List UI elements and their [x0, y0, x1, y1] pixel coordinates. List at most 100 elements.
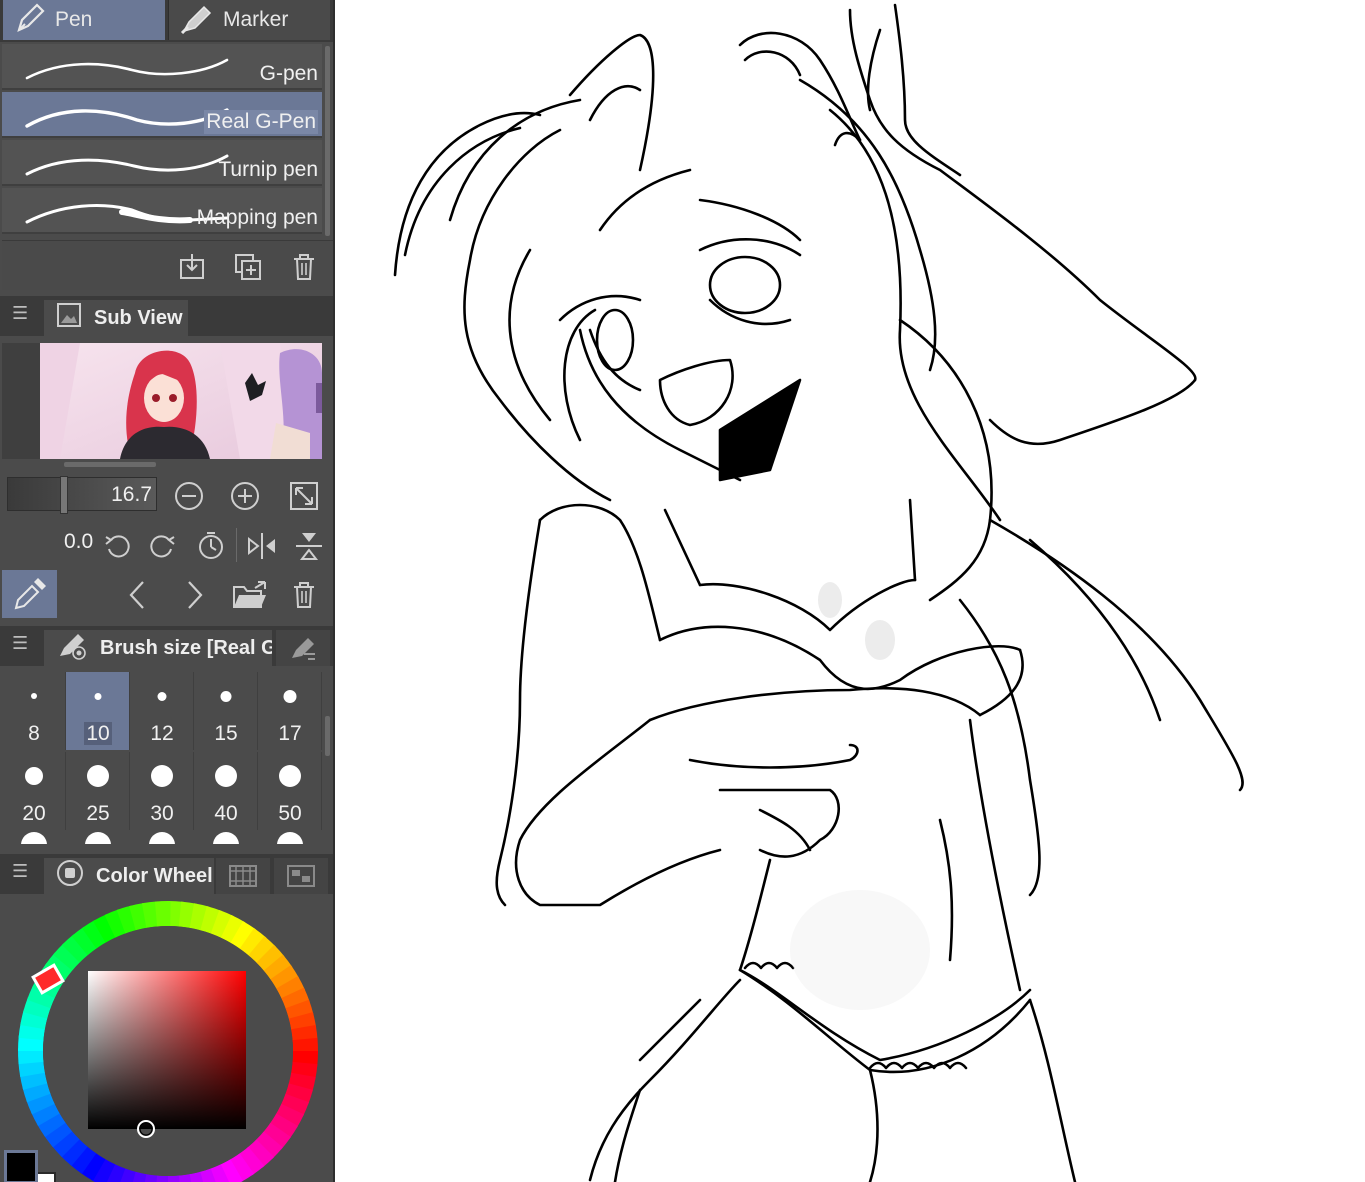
- main-color-swatch[interactable]: [4, 1150, 38, 1182]
- rotation-row: 0.0: [2, 520, 333, 570]
- brush-item-mapping-pen[interactable]: Mapping pen: [2, 188, 322, 234]
- eyedropper-icon: [14, 578, 46, 610]
- zoom-slider-knob[interactable]: [60, 476, 68, 514]
- saturation-value-square[interactable]: [88, 971, 246, 1129]
- brush-size-option[interactable]: 40: [194, 752, 258, 830]
- brush-item-turnip-pen[interactable]: Turnip pen: [2, 140, 322, 186]
- brush-size-option[interactable]: 17: [258, 672, 322, 750]
- brush-size-grid: 8 10 12 15 17 20 25 30 40 50: [2, 672, 322, 844]
- flip-horizontal-icon[interactable]: [245, 529, 279, 563]
- color-wheel-title: Color Wheel: [96, 864, 213, 887]
- chevron-left-icon[interactable]: [120, 578, 154, 612]
- brush-settings-icon: [292, 638, 315, 660]
- film-strip-icon: [229, 865, 257, 887]
- duplicate-icon[interactable]: [230, 249, 266, 285]
- brush-label: Turnip pen: [218, 158, 318, 181]
- marker-icon: [179, 0, 215, 40]
- drawing-canvas[interactable]: [337, 0, 1365, 1182]
- brush-size-scrollbar[interactable]: [325, 716, 330, 756]
- line-art-drawing: [393, 3, 1244, 1182]
- flip-vertical-icon[interactable]: [292, 529, 326, 563]
- zoom-value: 16.7: [111, 483, 152, 506]
- brush-size-dot: [277, 832, 303, 844]
- brush-size-dot: [157, 691, 166, 701]
- brush-size-value: 10: [84, 722, 112, 745]
- zoom-out-icon[interactable]: [172, 479, 206, 513]
- brush-size-dot: [214, 765, 237, 787]
- brush-size-dot: [278, 765, 301, 787]
- brush-size-dot: [283, 689, 296, 703]
- panel-menu-icon[interactable]: ☰: [12, 304, 28, 322]
- brush-size-option[interactable]: 50: [258, 752, 322, 830]
- brush-size-option[interactable]: 10: [66, 672, 130, 750]
- zoom-in-icon[interactable]: [228, 479, 262, 513]
- brush-item-real-g-pen[interactable]: Real G-Pen: [2, 92, 322, 138]
- brush-size-option[interactable]: 8: [2, 672, 66, 750]
- brush-size-title: Brush size [Real G-: [100, 636, 272, 659]
- brush-label: G-pen: [259, 62, 318, 85]
- trash-icon[interactable]: [286, 249, 322, 285]
- brush-size-dot: [213, 832, 239, 844]
- tab-pen[interactable]: Pen: [3, 0, 165, 40]
- subview-header: ☰ Sub View: [0, 296, 333, 336]
- brush-size-value: 12: [150, 722, 174, 745]
- brush-size-value: 40: [214, 802, 238, 825]
- color-wheel-area: [2, 888, 333, 1182]
- brush-size-header: ☰ Brush size [Real G-: [0, 626, 333, 666]
- rotate-right-icon[interactable]: [146, 529, 180, 563]
- color-set-icon: [287, 865, 315, 887]
- brush-stroke-preview: [25, 154, 229, 176]
- brush-size-option[interactable]: 15: [194, 672, 258, 750]
- reset-rotation-icon[interactable]: [194, 529, 228, 563]
- brush-size-value: 15: [214, 722, 238, 745]
- brush-size-value: 25: [86, 802, 110, 825]
- brush-size-dot: [24, 767, 43, 785]
- brush-size-dot: [150, 765, 173, 787]
- brush-size-value: 30: [150, 802, 174, 825]
- fit-view-icon[interactable]: [287, 479, 321, 513]
- tab-brush-size[interactable]: Brush size [Real G-: [44, 630, 272, 666]
- panel-menu-icon[interactable]: ☰: [12, 862, 28, 880]
- rotate-left-icon[interactable]: [100, 529, 134, 563]
- chevron-right-icon[interactable]: [178, 578, 212, 612]
- brush-size-value: 50: [278, 802, 302, 825]
- zoom-row: 16.7: [2, 470, 333, 520]
- subview-preview-image[interactable]: [40, 343, 322, 459]
- tab-marker[interactable]: Marker: [168, 0, 330, 40]
- brush-size-dot: [94, 692, 101, 700]
- brush-size-option[interactable]: 20: [2, 752, 66, 830]
- trash-icon[interactable]: [287, 578, 321, 612]
- brush-toolbar: [2, 240, 333, 290]
- brush-size-dot: [30, 693, 37, 699]
- brush-size-option[interactable]: 12: [130, 672, 194, 750]
- tool-tab-bar: Pen Marker: [0, 0, 333, 42]
- panel-menu-icon[interactable]: ☰: [12, 634, 28, 652]
- tab-sub-view[interactable]: Sub View: [44, 300, 188, 336]
- brush-label: Mapping pen: [196, 206, 318, 229]
- brush-size-dot: [149, 832, 175, 844]
- subview-left-strip: [2, 343, 40, 459]
- brush-size-value: 17: [278, 722, 302, 745]
- brush-size-option[interactable]: 30: [130, 752, 194, 830]
- rotation-value: 0.0: [64, 530, 94, 553]
- tab-marker-label: Marker: [223, 8, 289, 31]
- pen-icon: [13, 0, 47, 40]
- brush-label: Real G-Pen: [204, 110, 318, 134]
- brush-size-dot: [86, 765, 109, 787]
- open-folder-icon[interactable]: [230, 578, 270, 612]
- brush-item-g-pen[interactable]: G-pen: [2, 44, 322, 90]
- eyedropper-button[interactable]: [2, 570, 57, 618]
- brush-list: G-pen Real G-Pen Turnip pen Mapping pen: [2, 44, 322, 236]
- brush-size-dot: [85, 832, 111, 844]
- brush-stroke-preview: [25, 58, 229, 80]
- import-icon[interactable]: [174, 249, 210, 285]
- brush-size-option[interactable]: 25: [66, 752, 130, 830]
- subview-action-row: [2, 570, 333, 620]
- brush-size-dot: [220, 690, 231, 702]
- brush-list-scrollbar[interactable]: [325, 46, 330, 236]
- brush-size-value: 8: [28, 722, 40, 745]
- divider: [236, 528, 237, 562]
- subview-h-scrollbar[interactable]: [64, 462, 156, 467]
- zoom-slider[interactable]: 16.7: [7, 476, 157, 514]
- tab-brush-settings[interactable]: [276, 630, 330, 666]
